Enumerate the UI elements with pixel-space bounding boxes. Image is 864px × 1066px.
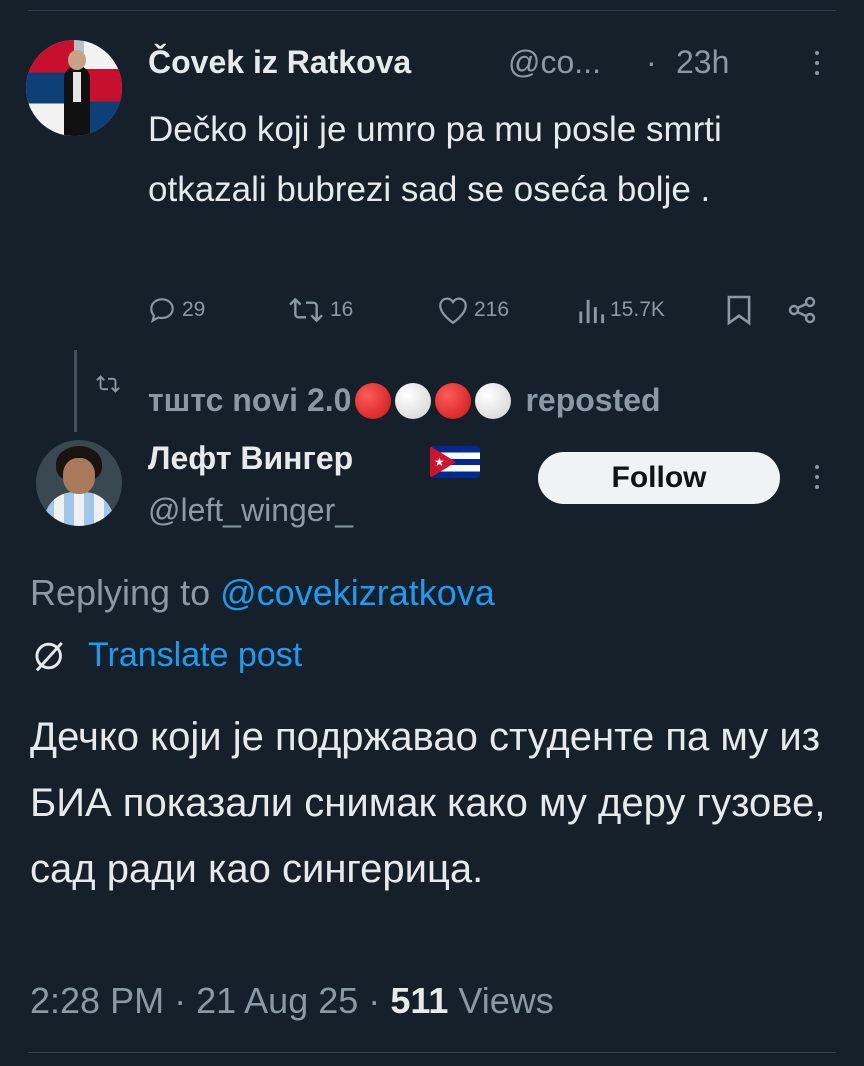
tweet2-text: Дечко који је подржавао студенте па му и…: [30, 715, 826, 891]
more-options-icon[interactable]: [814, 50, 820, 76]
tweet1-text: Dečko koji je umro pa mu posle smrti otk…: [148, 110, 722, 209]
white-circle-emoji: [395, 382, 432, 419]
bottom-divider: [28, 1052, 836, 1053]
bookmark-button[interactable]: [726, 290, 752, 330]
repost-button[interactable]: 16: [286, 290, 353, 330]
reposted-label: reposted: [525, 382, 661, 418]
avatar-face: [63, 458, 95, 494]
replying-to-link[interactable]: @covekizratkova: [220, 572, 495, 613]
tweet1-separator: ·: [646, 44, 657, 80]
tweet2-date[interactable]: 21 Aug 25: [196, 980, 358, 1021]
heart-icon: [439, 297, 467, 325]
translate-icon: [35, 641, 63, 671]
share-icon: [788, 296, 816, 324]
bookmark-icon: [727, 295, 751, 326]
tweet2-views-count: 511: [390, 980, 449, 1021]
cuba-flag-icon: ★: [430, 446, 480, 478]
tweet2-time[interactable]: 2:28 PM: [30, 980, 164, 1021]
follow-button[interactable]: Follow: [538, 452, 780, 504]
replying-to-prefix: Replying to: [30, 572, 211, 613]
reply-icon: [150, 298, 174, 323]
avatar-figure-head: [68, 50, 86, 70]
avatar-covek-iz-ratkova[interactable]: [26, 40, 122, 136]
repost-banner-icon: [94, 372, 122, 401]
avatar-figure-shirt: [73, 72, 81, 102]
tweet2-author-name[interactable]: Лефт Вингер: [148, 440, 353, 477]
bar-chart-icon: [579, 299, 605, 324]
reposter-name[interactable]: тштс novi 2.0: [148, 382, 351, 419]
like-count: 216: [474, 298, 510, 321]
more-options-icon[interactable]: [814, 464, 820, 490]
red-circle-emoji: [435, 382, 472, 419]
views-count: 15.7K: [610, 298, 665, 321]
replying-to-line: Replying to @covekizratkova: [30, 572, 495, 614]
repost-banner[interactable]: тштс novi 2.0 reposted: [148, 382, 661, 419]
reply-button[interactable]: 29: [146, 290, 205, 330]
share-button[interactable]: [786, 290, 818, 330]
like-button[interactable]: 216: [436, 290, 509, 330]
red-circle-emoji: [355, 382, 392, 419]
tweet2-handle[interactable]: @left_winger_: [148, 492, 353, 529]
thread-connector-line: [74, 350, 77, 432]
top-divider: [28, 10, 836, 11]
avatar-striped-shirt: [44, 492, 114, 526]
tweet1-author-name[interactable]: Čovek iz Ratkova: [148, 44, 411, 81]
meta-separator: ·: [174, 980, 187, 1021]
tweet1-timestamp[interactable]: 23h: [676, 44, 729, 81]
reply-count: 29: [182, 298, 206, 321]
tweet2-meta: 2:28 PM · 21 Aug 25 · 511 Views: [30, 980, 554, 1022]
tweet2-views-label: Views: [458, 980, 554, 1021]
repost-icon: [289, 297, 323, 323]
meta-separator: ·: [368, 980, 381, 1021]
views-button[interactable]: 15.7K: [576, 290, 665, 330]
translate-post-label: Translate post: [88, 636, 303, 674]
white-circle-emoji: [475, 382, 512, 419]
avatar-left-winger[interactable]: [36, 440, 122, 526]
translate-post-button[interactable]: Translate post: [30, 636, 302, 675]
tweet1-handle[interactable]: @co...: [508, 44, 601, 81]
repost-count: 16: [330, 298, 354, 321]
tweet1-action-bar: 29 16 216 15.7K: [0, 290, 864, 330]
